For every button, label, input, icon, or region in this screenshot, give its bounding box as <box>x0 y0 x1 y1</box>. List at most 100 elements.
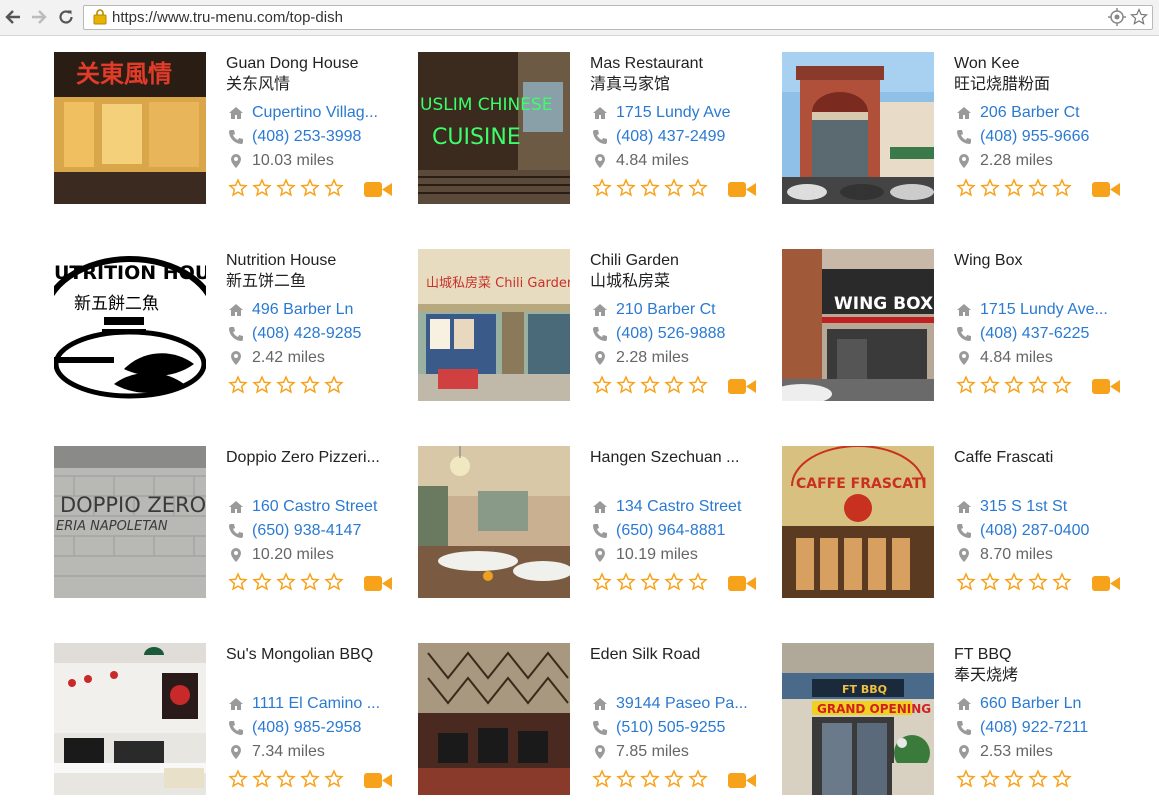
star-outline-icon[interactable] <box>1004 375 1024 395</box>
star-outline-icon[interactable] <box>276 769 296 789</box>
phone-link[interactable]: (408) 922-7211 <box>980 717 1120 739</box>
star-outline-icon[interactable] <box>980 178 1000 198</box>
star-outline-icon[interactable] <box>616 769 636 789</box>
rating-stars[interactable] <box>592 375 708 395</box>
restaurant-card[interactable]: 关東風情 Guan Dong House 关东风情 Cupertino Vill… <box>54 52 404 212</box>
star-outline-icon[interactable] <box>664 178 684 198</box>
star-outline-icon[interactable] <box>640 178 660 198</box>
star-outline-icon[interactable] <box>228 769 248 789</box>
star-outline-icon[interactable] <box>664 375 684 395</box>
star-outline-icon[interactable] <box>592 572 612 592</box>
star-outline-icon[interactable] <box>300 769 320 789</box>
restaurant-name[interactable]: Eden Silk Road <box>590 645 760 665</box>
restaurant-card[interactable]: WING BOX Wing Box 1715 Lundy Ave... (408… <box>782 249 1132 409</box>
star-outline-icon[interactable] <box>300 375 320 395</box>
restaurant-photo[interactable] <box>782 52 934 204</box>
phone-link[interactable]: (510) 505-9255 <box>616 717 756 739</box>
star-outline-icon[interactable] <box>616 178 636 198</box>
star-outline-icon[interactable] <box>252 769 272 789</box>
address-link[interactable]: 160 Castro Street <box>252 496 392 518</box>
star-outline-icon[interactable] <box>640 769 660 789</box>
restaurant-card[interactable]: Eden Silk Road 39144 Paseo Pa... (510) 5… <box>418 643 768 803</box>
star-outline-icon[interactable] <box>228 178 248 198</box>
phone-link[interactable]: (408) 955-9666 <box>980 126 1120 148</box>
restaurant-photo[interactable]: WING BOX <box>782 249 934 401</box>
restaurant-card[interactable]: Su's Mongolian BBQ 1111 El Camino ... (4… <box>54 643 404 803</box>
star-outline-icon[interactable] <box>592 375 612 395</box>
star-outline-icon[interactable] <box>276 375 296 395</box>
restaurant-photo[interactable]: USLIM CHINESE CUISINE <box>418 52 570 204</box>
restaurant-card[interactable]: 山城私房菜 Chili Garden Chili Garden 山城私房菜 21… <box>418 249 768 409</box>
star-outline-icon[interactable] <box>592 178 612 198</box>
phone-link[interactable]: (408) 985-2958 <box>252 717 392 739</box>
restaurant-card[interactable]: FT BBQ GRAND OPENING FT BBQ 奉天烧烤 660 Bar… <box>782 643 1132 803</box>
star-outline-icon[interactable] <box>640 572 660 592</box>
rating-stars[interactable] <box>228 178 344 198</box>
star-outline-icon[interactable] <box>1028 572 1048 592</box>
restaurant-name[interactable]: FT BBQ <box>954 645 1124 665</box>
video-camera-icon[interactable] <box>364 575 392 592</box>
restaurant-name[interactable]: Mas Restaurant <box>590 54 760 74</box>
phone-link[interactable]: (408) 428-9285 <box>252 323 392 345</box>
star-outline-icon[interactable] <box>956 769 976 789</box>
restaurant-photo[interactable]: UTRITION HOUS 新五餅二魚 <box>54 249 206 401</box>
address-link[interactable]: 1715 Lundy Ave <box>616 102 756 124</box>
restaurant-card[interactable]: UTRITION HOUS 新五餅二魚 Nutrition House 新五饼二… <box>54 249 404 409</box>
star-outline-icon[interactable] <box>688 769 708 789</box>
star-outline-icon[interactable] <box>252 178 272 198</box>
star-outline-icon[interactable] <box>688 178 708 198</box>
star-outline-icon[interactable] <box>980 572 1000 592</box>
star-outline-icon[interactable] <box>324 572 344 592</box>
video-camera-icon[interactable] <box>728 378 756 395</box>
star-outline-icon[interactable] <box>688 375 708 395</box>
star-outline-icon[interactable] <box>980 769 1000 789</box>
restaurant-name[interactable]: Hangen Szechuan ... <box>590 448 760 468</box>
video-camera-icon[interactable] <box>364 772 392 789</box>
star-outline-icon[interactable] <box>616 375 636 395</box>
address-link[interactable]: 1715 Lundy Ave... <box>980 299 1120 321</box>
star-outline-icon[interactable] <box>252 572 272 592</box>
phone-link[interactable]: (650) 938-4147 <box>252 520 392 542</box>
star-outline-icon[interactable] <box>980 375 1000 395</box>
rating-stars[interactable] <box>228 769 344 789</box>
star-outline-icon[interactable] <box>1004 178 1024 198</box>
address-link[interactable]: 206 Barber Ct <box>980 102 1120 124</box>
restaurant-card[interactable]: USLIM CHINESE CUISINE Mas Restaurant 清真马… <box>418 52 768 212</box>
star-outline-icon[interactable] <box>664 572 684 592</box>
restaurant-name[interactable]: Chili Garden <box>590 251 760 271</box>
star-outline-icon[interactable] <box>664 769 684 789</box>
video-camera-icon[interactable] <box>728 181 756 198</box>
restaurant-photo[interactable]: DOPPIO ZERO ERIA NAPOLETAN <box>54 446 206 598</box>
restaurant-name[interactable]: Guan Dong House <box>226 54 396 74</box>
rating-stars[interactable] <box>956 178 1072 198</box>
star-outline-icon[interactable] <box>1028 375 1048 395</box>
video-camera-icon[interactable] <box>728 772 756 789</box>
restaurant-photo[interactable] <box>418 446 570 598</box>
rating-stars[interactable] <box>592 572 708 592</box>
restaurant-card[interactable]: Won Kee 旺记烧腊粉面 206 Barber Ct (408) 955-9… <box>782 52 1132 212</box>
star-outline-icon[interactable] <box>956 375 976 395</box>
star-outline-icon[interactable] <box>1052 178 1072 198</box>
star-outline-icon[interactable] <box>324 769 344 789</box>
restaurant-photo[interactable]: CAFFE FRASCATI <box>782 446 934 598</box>
restaurant-name[interactable]: Wing Box <box>954 251 1124 271</box>
phone-link[interactable]: (408) 287-0400 <box>980 520 1120 542</box>
star-outline-icon[interactable] <box>1052 769 1072 789</box>
phone-link[interactable]: (408) 437-2499 <box>616 126 756 148</box>
video-camera-icon[interactable] <box>364 181 392 198</box>
star-outline-icon[interactable] <box>1052 375 1072 395</box>
star-outline-icon[interactable] <box>1028 178 1048 198</box>
phone-link[interactable]: (408) 437-6225 <box>980 323 1120 345</box>
star-outline-icon[interactable] <box>228 572 248 592</box>
rating-stars[interactable] <box>956 769 1072 789</box>
star-outline-icon[interactable] <box>276 572 296 592</box>
video-camera-icon[interactable] <box>1092 378 1120 395</box>
phone-link[interactable]: (650) 964-8881 <box>616 520 756 542</box>
rating-stars[interactable] <box>956 572 1072 592</box>
star-outline-icon[interactable] <box>324 375 344 395</box>
video-camera-icon[interactable] <box>1092 181 1120 198</box>
star-outline-icon[interactable] <box>324 178 344 198</box>
address-link[interactable]: 210 Barber Ct <box>616 299 756 321</box>
star-outline-icon[interactable] <box>1004 769 1024 789</box>
star-outline-icon[interactable] <box>276 178 296 198</box>
